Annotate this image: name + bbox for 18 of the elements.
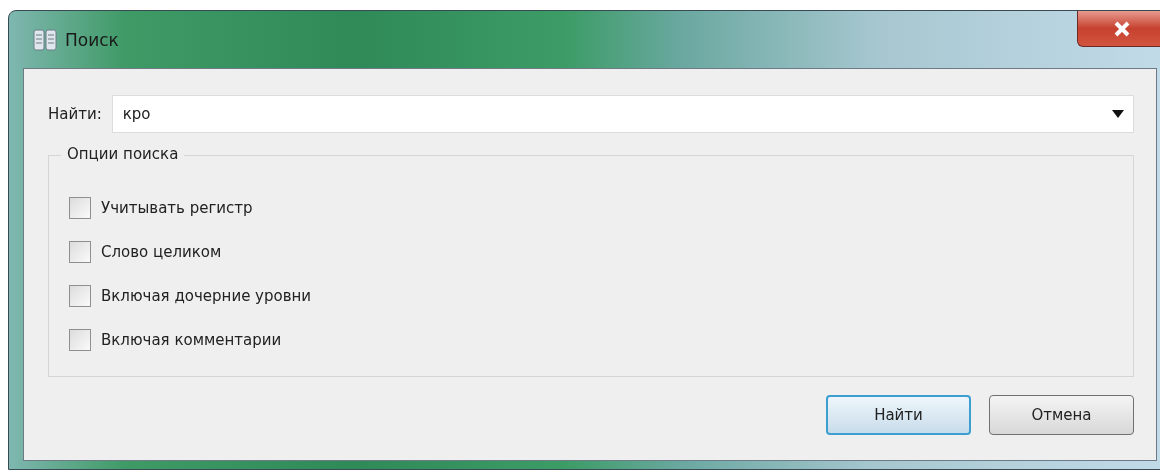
checkbox[interactable] [69,285,91,307]
checkbox[interactable] [69,197,91,219]
close-icon [1113,20,1131,37]
checkbox-label[interactable]: Слово целиком [101,243,222,261]
checkbox-label[interactable]: Включая комментарии [101,331,282,349]
find-button[interactable]: Найти [826,395,971,435]
close-button[interactable] [1077,11,1160,47]
book-icon [33,28,57,51]
checkbox-label[interactable]: Учитывать регистр [101,199,253,217]
dropdown-arrow-icon [1112,110,1124,118]
find-label: Найти: [48,105,102,123]
checkbox[interactable] [69,329,91,351]
window-title: Поиск [65,29,119,50]
cancel-button[interactable]: Отмена [989,395,1134,435]
checkbox[interactable] [69,241,91,263]
checkbox-label[interactable]: Включая дочерние уровни [101,287,312,305]
search-field[interactable]: кро [111,95,1134,133]
group-title: Опции поиска [61,145,185,163]
